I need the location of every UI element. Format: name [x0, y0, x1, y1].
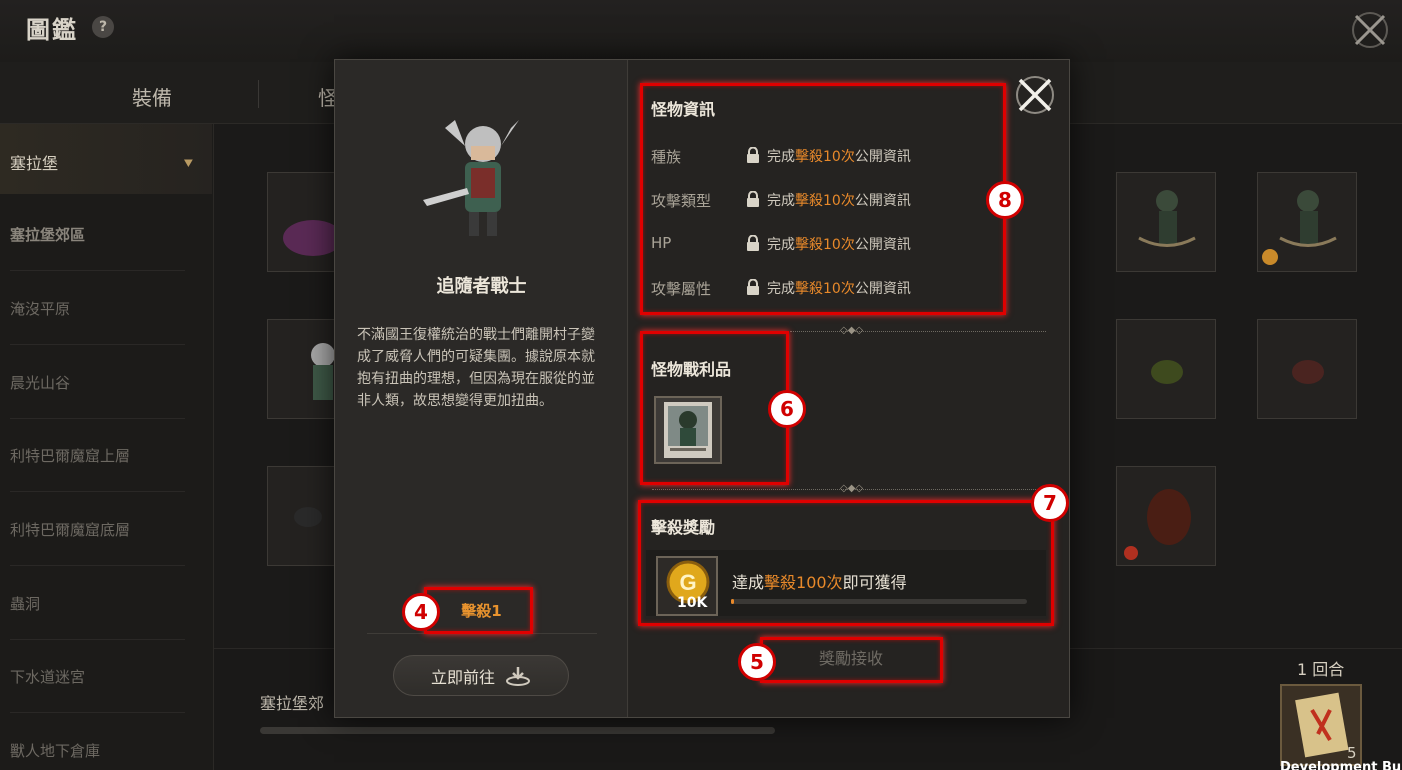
divider-ornament-icon: ◇◆◇ [840, 325, 864, 336]
annotation-box-8 [760, 637, 943, 683]
monster-grid-cell[interactable] [1116, 172, 1216, 272]
monster-grid-cell[interactable] [1257, 319, 1357, 419]
region-progress-bar [260, 727, 775, 734]
region-sidebar: 塞拉堡 ⯆ 塞拉堡郊區 淹沒平原 晨光山谷 利特巴爾魔窟上層 利特巴爾魔窟底層 … [0, 124, 214, 770]
spider-icon [1292, 360, 1324, 384]
sidebar-divider [10, 491, 185, 492]
sidebar-divider [10, 712, 185, 713]
archer-icon [1138, 190, 1196, 247]
sidebar-item[interactable]: 晨光山谷 [10, 372, 70, 393]
annotation-badge-8: 5 [738, 643, 776, 681]
monster-description: 不滿國王復權統治的戰士們離開村子變成了威脅人們的可疑集團。據說原本就抱有扭曲的理… [357, 327, 595, 409]
sidebar-item[interactable]: 利特巴爾魔窟底層 [10, 519, 130, 540]
annotation-badge-5: 8 [986, 181, 1024, 219]
sidebar-item[interactable]: 下水道迷宮 [10, 666, 85, 687]
sidebar-divider [10, 344, 185, 345]
sidebar-item[interactable]: 利特巴爾魔窟上層 [10, 445, 130, 466]
go-now-button[interactable]: 立即前往 [393, 655, 569, 696]
teleport-icon [506, 666, 530, 686]
chevron-down-icon[interactable]: ⯆ [182, 154, 195, 174]
sidebar-item[interactable]: 淹沒平原 [10, 298, 70, 319]
help-icon[interactable]: ? [92, 16, 114, 38]
monster-name: 追隨者戰士 [436, 276, 527, 297]
sidebar-divider [10, 270, 185, 271]
annotation-box-5 [640, 83, 1006, 315]
spider-icon [1151, 360, 1183, 384]
sidebar-divider [10, 565, 185, 566]
monster-grid-cell[interactable] [1116, 466, 1216, 566]
page-title: 圖鑑 [26, 16, 78, 44]
monster-grid-cell[interactable] [1257, 172, 1357, 272]
tab-divider [258, 80, 259, 108]
annotation-box-4 [424, 587, 533, 634]
annotation-badge-6: 6 [768, 390, 806, 428]
annotation-badge-7: 7 [1031, 484, 1069, 522]
round-label: 1 回合 [1297, 660, 1345, 679]
annotation-badge-4: 4 [402, 593, 440, 631]
monster-grid-cell[interactable] [1116, 319, 1216, 419]
dotted-divider [790, 331, 1046, 332]
sidebar-item[interactable]: 蟲洞 [10, 593, 40, 614]
sidebar-divider [10, 639, 185, 640]
tab-equipment[interactable]: 裝備 [132, 82, 172, 111]
divider-ornament-icon: ◇◆◇ [840, 483, 864, 494]
sidebar-item-region[interactable]: 塞拉堡 [10, 150, 58, 174]
sidebar-item-selected[interactable]: 塞拉堡郊區 [10, 224, 85, 245]
demon-icon [1124, 489, 1191, 560]
annotation-box-7 [638, 500, 1054, 626]
page-close-icon[interactable] [1350, 10, 1390, 50]
dev-build-label: Development Build [1280, 760, 1402, 770]
archer-icon [1262, 190, 1337, 265]
region-progress-label: 塞拉堡郊 [260, 694, 325, 713]
go-now-label: 立即前往 [430, 667, 495, 687]
sidebar-divider [10, 418, 185, 419]
close-icon[interactable] [1013, 73, 1057, 117]
page-header [0, 0, 1402, 62]
annotation-box-6 [640, 331, 789, 485]
monster-portrait [423, 120, 519, 236]
sidebar-item[interactable]: 獸人地下倉庫 [10, 740, 100, 761]
